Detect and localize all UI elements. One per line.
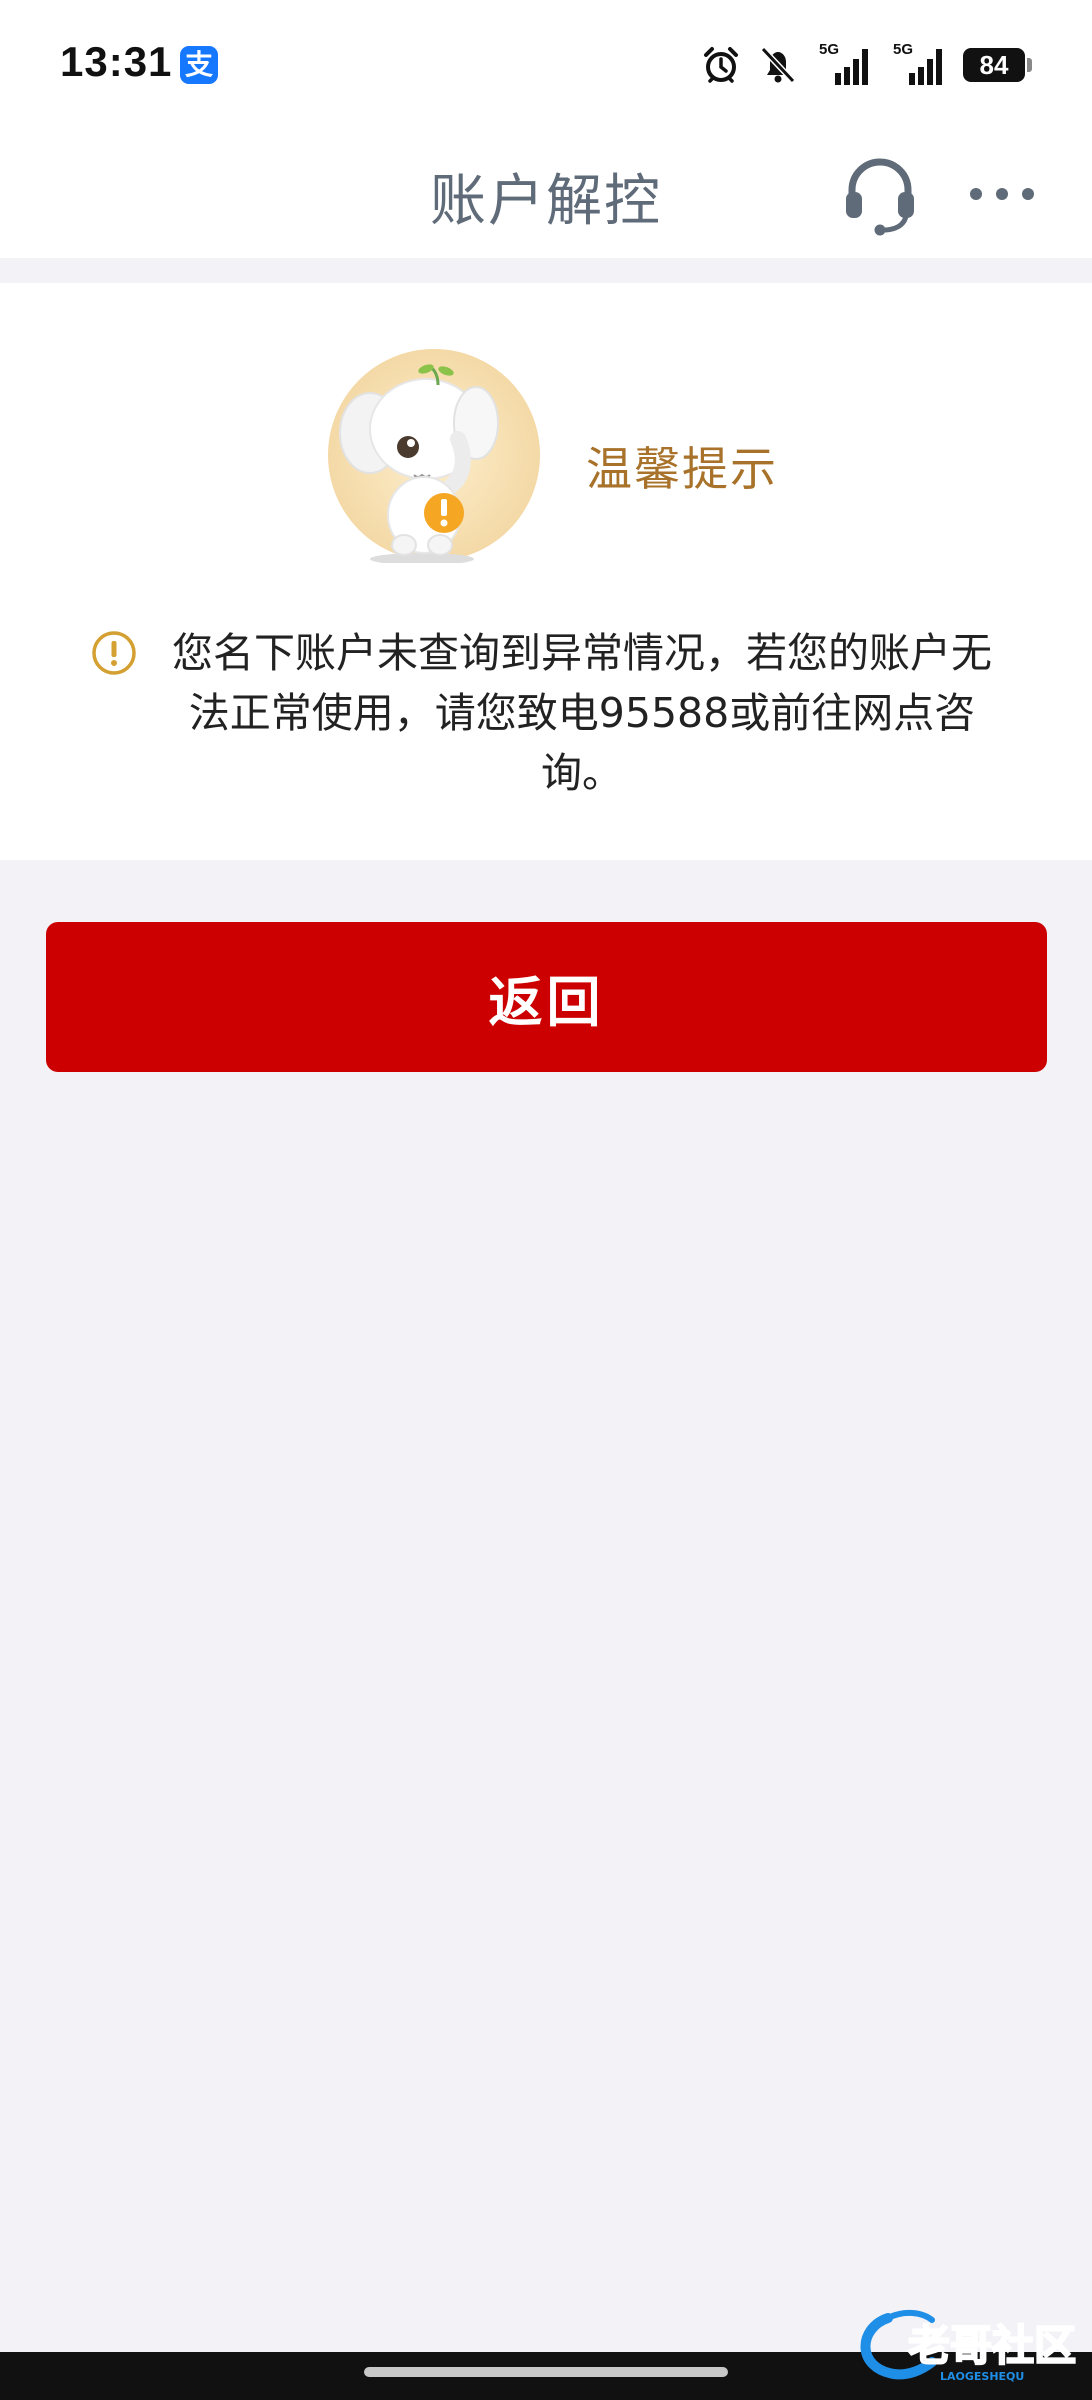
- customer-service-button[interactable]: [838, 152, 922, 236]
- home-indicator[interactable]: [364, 2367, 728, 2377]
- alarm-icon: [701, 45, 741, 85]
- bell-off-icon: [759, 45, 797, 85]
- more-icon: [962, 188, 1042, 218]
- nav-bar: 账户解控: [0, 130, 1092, 258]
- more-button[interactable]: [962, 174, 1042, 214]
- alipay-icon: 支: [180, 46, 218, 84]
- result-card: 温馨提示 您名下账户未查询到异常情况，若您的账户无法正常使用，请您致电95588…: [0, 283, 1092, 860]
- notice-message: 您名下账户未查询到异常情况，若您的账户无法正常使用，请您致电95588或前往网点…: [172, 629, 992, 797]
- signal-icon: 5G: [889, 41, 945, 87]
- signal-icon: 5G: [815, 41, 871, 87]
- svg-text:老哥社区: 老哥社区: [908, 2321, 1076, 2370]
- status-bar: 13:31 支 5G 5G 84: [0, 0, 1092, 130]
- watermark-logo: 老哥社区 LAOGESHEQU: [848, 2298, 1078, 2388]
- battery-icon: 84: [963, 48, 1025, 82]
- elephant-mascot-icon: [326, 347, 542, 565]
- tip-title: 温馨提示: [586, 442, 778, 496]
- status-icons: 5G 5G 84: [701, 40, 1032, 90]
- headset-icon: [838, 158, 922, 240]
- return-button[interactable]: 返回: [46, 922, 1047, 1072]
- status-time: 13:31: [60, 38, 173, 85]
- page-title: 账户解控: [430, 169, 662, 234]
- warning-circle-icon: [90, 629, 138, 677]
- battery-tip: [1027, 58, 1032, 72]
- svg-text:LAOGESHEQU: LAOGESHEQU: [940, 2370, 1024, 2383]
